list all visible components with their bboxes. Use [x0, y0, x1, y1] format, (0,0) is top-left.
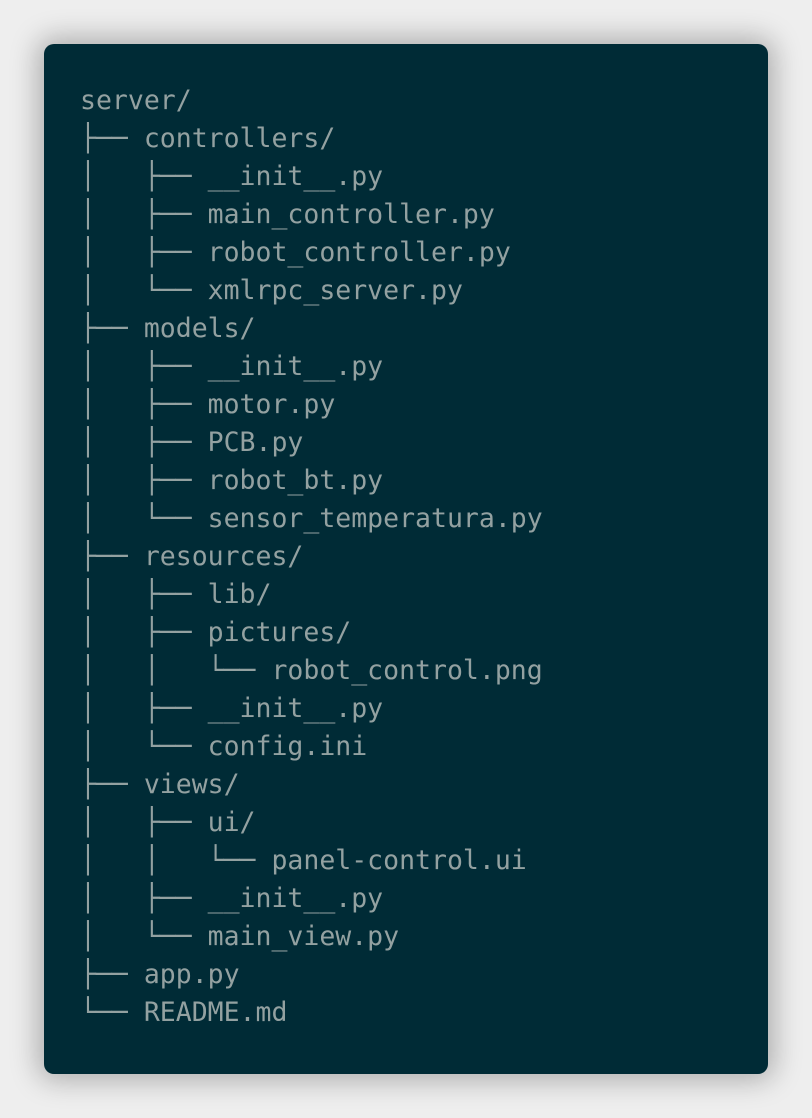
file-name: README.md	[143, 997, 288, 1028]
tree-line: │ │ └── panel-control.ui	[80, 842, 543, 880]
tree-branch-prefix: │ └──	[80, 731, 208, 762]
folder-name: lib/	[207, 579, 272, 610]
tree-line: │ └── sensor_temperatura.py	[80, 500, 543, 538]
file-name: main_controller.py	[207, 199, 495, 230]
file-name: sensor_temperatura.py	[207, 503, 543, 534]
tree-branch-prefix: ├──	[80, 769, 144, 800]
tree-line: server/	[80, 82, 543, 120]
tree-branch-prefix: │ └──	[80, 921, 208, 952]
file-name: __init__.py	[207, 883, 384, 914]
file-name: __init__.py	[207, 161, 384, 192]
tree-line: │ └── config.ini	[80, 728, 543, 766]
tree-line: │ └── main_view.py	[80, 918, 543, 956]
directory-tree: server/├── controllers/│ ├── __init__.py…	[80, 82, 543, 1032]
tree-branch-prefix: │ ├──	[80, 617, 208, 648]
tree-line: ├── models/	[80, 310, 543, 348]
file-name: app.py	[143, 959, 240, 990]
file-name: robot_controller.py	[207, 237, 511, 268]
tree-line: │ ├── lib/	[80, 576, 543, 614]
tree-line: │ ├── motor.py	[80, 386, 543, 424]
tree-line: ├── views/	[80, 766, 543, 804]
tree-line: │ │ └── robot_control.png	[80, 652, 543, 690]
folder-name: views/	[143, 769, 240, 800]
tree-branch-prefix: ├──	[80, 959, 144, 990]
file-name: main_view.py	[207, 921, 400, 952]
tree-line: │ ├── robot_bt.py	[80, 462, 543, 500]
tree-branch-prefix: │ │ └──	[80, 655, 272, 686]
tree-line: ├── resources/	[80, 538, 543, 576]
file-name: robot_bt.py	[207, 465, 384, 496]
tree-branch-prefix: │ ├──	[80, 199, 208, 230]
tree-line: ├── controllers/	[80, 120, 543, 158]
file-name: PCB.py	[207, 427, 304, 458]
tree-line: │ ├── pictures/	[80, 614, 543, 652]
file-name: robot_control.png	[271, 655, 543, 686]
file-name: xmlrpc_server.py	[207, 275, 463, 306]
folder-name: server/	[80, 85, 192, 116]
tree-branch-prefix: │ ├──	[80, 883, 208, 914]
file-name: panel-control.ui	[271, 845, 527, 876]
tree-branch-prefix: │ ├──	[80, 351, 208, 382]
tree-line: ├── app.py	[80, 956, 543, 994]
tree-branch-prefix: │ ├──	[80, 807, 208, 838]
tree-line: │ ├── __init__.py	[80, 158, 543, 196]
folder-name: resources/	[143, 541, 304, 572]
tree-line: │ ├── __init__.py	[80, 690, 543, 728]
file-name: motor.py	[207, 389, 336, 420]
tree-branch-prefix: │ ├──	[80, 237, 208, 268]
folder-name: ui/	[207, 807, 256, 838]
tree-line: │ └── xmlrpc_server.py	[80, 272, 543, 310]
tree-branch-prefix: │ ├──	[80, 389, 208, 420]
tree-branch-prefix: │ └──	[80, 503, 208, 534]
tree-line: │ ├── robot_controller.py	[80, 234, 543, 272]
folder-name: pictures/	[207, 617, 352, 648]
folder-name: models/	[143, 313, 256, 344]
tree-line: │ ├── main_controller.py	[80, 196, 543, 234]
tree-branch-prefix: │ ├──	[80, 465, 208, 496]
code-block: server/├── controllers/│ ├── __init__.py…	[44, 44, 768, 1074]
tree-branch-prefix: │ ├──	[80, 161, 208, 192]
tree-branch-prefix: └──	[80, 997, 144, 1028]
tree-branch-prefix: ├──	[80, 123, 144, 154]
file-name: __init__.py	[207, 351, 384, 382]
tree-line: └── README.md	[80, 994, 543, 1032]
tree-branch-prefix: │ ├──	[80, 579, 208, 610]
tree-line: │ ├── ui/	[80, 804, 543, 842]
folder-name: controllers/	[143, 123, 336, 154]
file-name: __init__.py	[207, 693, 384, 724]
tree-branch-prefix: │ ├──	[80, 693, 208, 724]
tree-branch-prefix: ├──	[80, 541, 144, 572]
tree-line: │ ├── __init__.py	[80, 348, 543, 386]
file-name: config.ini	[207, 731, 368, 762]
tree-branch-prefix: ├──	[80, 313, 144, 344]
tree-line: │ ├── PCB.py	[80, 424, 543, 462]
tree-line: │ ├── __init__.py	[80, 880, 543, 918]
tree-branch-prefix: │ ├──	[80, 427, 208, 458]
tree-branch-prefix: │ │ └──	[80, 845, 272, 876]
tree-branch-prefix: │ └──	[80, 275, 208, 306]
